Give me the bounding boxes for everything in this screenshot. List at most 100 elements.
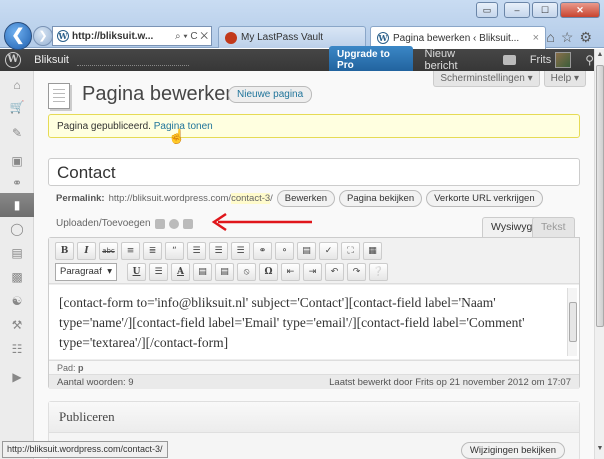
spellcheck-icon[interactable]: ✓ <box>319 242 338 260</box>
editor-scrollbar[interactable] <box>567 288 577 356</box>
italic-button[interactable]: I <box>77 242 96 260</box>
address-text: http://bliksuit.w... <box>72 30 154 42</box>
editor-scroll-thumb[interactable] <box>569 302 577 342</box>
feedback-icon[interactable]: ▤ <box>9 245 25 261</box>
view-page-button[interactable]: Pagina bekijken <box>339 190 423 207</box>
bold-button[interactable]: B <box>55 242 74 260</box>
search-icon[interactable]: ⚲ <box>585 53 594 67</box>
add-poll-icon[interactable] <box>168 218 179 229</box>
add-form-icon[interactable] <box>182 218 193 229</box>
editor-content[interactable]: [contact-form to='info@bliksuit.nl' subj… <box>49 285 579 359</box>
main-content: Scherminstellingen ▾ Help ▾ Pagina bewer… <box>34 71 594 459</box>
kitchen-sink-icon[interactable]: ▦ <box>363 242 382 260</box>
special-char-button[interactable]: Ω <box>259 263 278 281</box>
updated-notice: Pagina gepubliceerd. Pagina tonen <box>48 114 580 138</box>
annotation-arrow-icon <box>211 212 312 232</box>
content-editor: B I abc ≡ ≣ “ ☰ ☰ ☰ ⚭ ⚬ ▤ ✓ ⛶ ▦ Paragraa… <box>48 237 580 389</box>
window-restore-icon[interactable]: ▭ <box>476 2 498 18</box>
site-name-link[interactable]: Bliksuit <box>26 54 77 66</box>
comments-icon[interactable]: ◯ <box>9 221 25 237</box>
justify-button[interactable]: ☰ <box>149 263 168 281</box>
tab-lastpass[interactable]: My LastPass Vault <box>218 26 366 48</box>
notice-text: Pagina gepubliceerd. <box>57 121 151 132</box>
edit-permalink-button[interactable]: Bewerken <box>276 190 336 207</box>
window-controls: ▭ – ☐ ✕ <box>476 2 600 18</box>
posts-pin-icon[interactable]: ✎ <box>9 125 25 141</box>
settings-gear-icon[interactable]: ⚙ <box>579 29 598 45</box>
help-button[interactable]: Help ▾ <box>543 71 586 87</box>
upgrade-button[interactable]: Upgrade to Pro <box>329 46 413 74</box>
get-shortlink-button[interactable]: Verkorte URL verkrijgen <box>426 190 543 207</box>
lastpass-icon <box>225 31 237 44</box>
scroll-up-icon[interactable]: ▲ <box>595 51 604 63</box>
pages-icon[interactable]: ▮ <box>0 193 34 217</box>
appearance-icon[interactable]: ▩ <box>9 269 25 285</box>
word-count: Aantal woorden: 9 <box>57 377 134 388</box>
users-icon[interactable]: ☯ <box>9 293 25 309</box>
wordpress-favicon-icon: W <box>377 32 389 44</box>
help-icon[interactable]: ❔ <box>369 263 388 281</box>
tab-text[interactable]: Tekst <box>532 217 575 237</box>
align-center-button[interactable]: ☰ <box>209 242 228 260</box>
permalink-slug[interactable]: contact-3 <box>231 193 271 204</box>
links-icon[interactable]: ⚭ <box>9 175 25 191</box>
insert-more-icon[interactable]: ▤ <box>297 242 316 260</box>
format-select[interactable]: Paragraaf ▾ <box>55 263 117 281</box>
editor-path: Pad: p <box>49 360 579 374</box>
store-icon[interactable]: 🛒 <box>9 99 25 115</box>
strikethrough-button[interactable]: abc <box>99 242 118 260</box>
undo-icon[interactable]: ↶ <box>325 263 344 281</box>
minimize-button[interactable]: – <box>504 2 530 18</box>
address-bar[interactable]: W http://bliksuit.w... ⌕ ▾ C ✕ <box>52 26 212 46</box>
new-post-link[interactable]: Nieuw bericht <box>425 48 487 72</box>
wordpress-logo-icon[interactable]: W <box>0 49 26 71</box>
tools-icon[interactable]: ⚒ <box>9 317 25 333</box>
settings-icon[interactable]: ☷ <box>9 341 25 357</box>
tab-close-icon[interactable]: × <box>533 32 539 44</box>
preview-changes-button[interactable]: Wijzigingen bekijken <box>460 442 565 459</box>
add-media-icon[interactable] <box>154 218 165 229</box>
media-icon[interactable]: ▣ <box>9 153 25 169</box>
back-button[interactable]: ❮ <box>4 22 32 50</box>
outdent-icon[interactable]: ⇤ <box>281 263 300 281</box>
numbered-list-button[interactable]: ≣ <box>143 242 162 260</box>
scroll-thumb[interactable] <box>596 65 604 327</box>
redo-icon[interactable]: ↷ <box>347 263 366 281</box>
blockquote-button[interactable]: “ <box>165 242 184 260</box>
scroll-down-icon[interactable]: ▼ <box>595 445 604 457</box>
close-window-button[interactable]: ✕ <box>560 2 600 18</box>
align-right-button[interactable]: ☰ <box>231 242 250 260</box>
notifications-icon[interactable] <box>502 55 516 65</box>
page-scrollbar[interactable]: ▲ ▼ <box>594 49 604 459</box>
align-left-button[interactable]: ☰ <box>187 242 206 260</box>
post-title-input[interactable]: Contact <box>48 158 580 186</box>
maximize-button[interactable]: ☐ <box>532 2 558 18</box>
unlink-icon[interactable]: ⚬ <box>275 242 294 260</box>
indent-icon[interactable]: ⇥ <box>303 263 322 281</box>
site-dots-divider <box>76 64 190 66</box>
screen-options-button[interactable]: Scherminstellingen ▾ <box>433 71 540 87</box>
paste-text-icon[interactable]: ▤ <box>193 263 212 281</box>
collapse-menu-icon[interactable]: ▶ <box>9 369 25 385</box>
insert-link-icon[interactable]: ⚭ <box>253 242 272 260</box>
add-new-page-button[interactable]: Nieuwe pagina <box>228 86 313 103</box>
path-value[interactable]: p <box>78 363 84 373</box>
permalink-url: http://bliksuit.wordpress.com/contact-3/ <box>108 193 273 204</box>
word-count-bar: Aantal woorden: 9 Laatst bewerkt door Fr… <box>49 374 579 389</box>
last-edit: Laatst bewerkt door Frits op 21 november… <box>329 377 571 388</box>
mouse-pointer-hand-icon: ☝ <box>168 128 186 144</box>
favorites-star-icon[interactable]: ☆ <box>561 29 580 45</box>
clear-formatting-icon[interactable]: ⦸ <box>237 263 256 281</box>
bullet-list-button[interactable]: ≡ <box>121 242 140 260</box>
user-menu[interactable]: Frits <box>530 52 572 68</box>
dashboard-icon[interactable]: ⌂ <box>9 77 25 93</box>
home-icon[interactable]: ⌂ <box>546 29 560 45</box>
tab-label: Pagina bewerken ‹ Bliksuit... <box>393 32 520 44</box>
text-color-button[interactable]: A <box>171 263 190 281</box>
underline-button[interactable]: U <box>127 263 146 281</box>
forward-button[interactable]: ❯ <box>33 26 53 46</box>
fullscreen-icon[interactable]: ⛶ <box>341 242 360 260</box>
address-actions-icon[interactable]: ⌕ ▾ C ✕ <box>175 31 211 42</box>
paste-word-icon[interactable]: ▤ <box>215 263 234 281</box>
publish-heading[interactable]: Publiceren <box>49 402 579 433</box>
